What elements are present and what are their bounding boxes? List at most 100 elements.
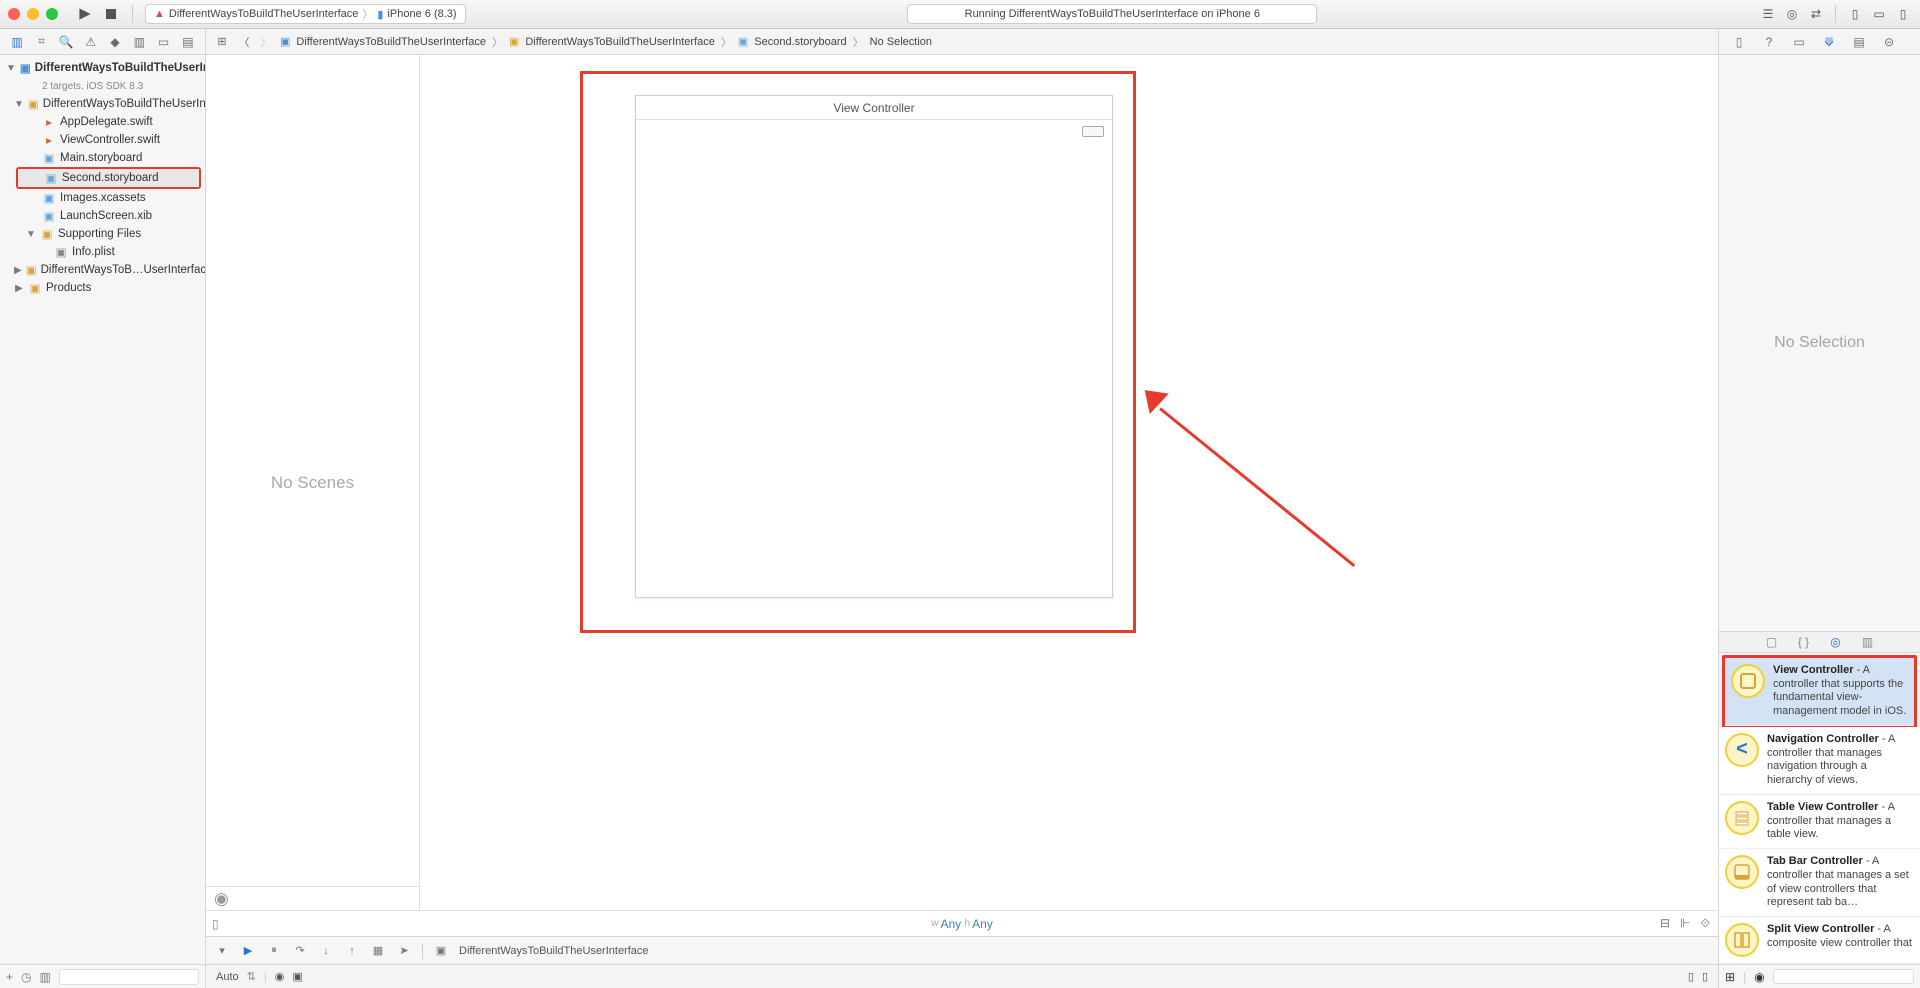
debug-navigator-icon[interactable]: ▥ [132,34,146,50]
media-library-icon[interactable]: ▥ [1861,635,1875,649]
size-inspector-icon[interactable]: ▤ [1851,34,1867,50]
utilities-panel: No Selection ▢ { } ◎ ▥ View Controller -… [1718,55,1920,988]
toolbar: ▲ DifferentWaysToBuildTheUserInterface 〉… [0,0,1920,29]
filter-icon[interactable]: ◉ [1754,970,1764,984]
close-window[interactable] [8,8,20,20]
toggle-utilities-icon[interactable]: ▯ [1894,5,1912,23]
updown-icon[interactable]: ⇅ [247,970,256,983]
toggle-outline-icon[interactable]: ▯ [212,917,219,931]
standard-editor-icon[interactable]: ☰ [1759,5,1777,23]
file-images-xcassets[interactable]: ▣Images.xcassets [0,189,205,207]
stop-button[interactable] [102,5,120,23]
quick-help-icon[interactable]: ? [1761,34,1777,50]
view-controller-scene[interactable]: View Controller [635,95,1113,598]
connections-inspector-icon[interactable]: ⊝ [1881,34,1897,50]
assistant-editor-icon[interactable]: ◎ [1783,5,1801,23]
project-navigator: ▼▣ DifferentWaysToBuildTheUserInterface … [0,55,206,988]
view-debug-icon[interactable]: ▦ [370,943,386,959]
breakpoint-navigator-icon[interactable]: ▭ [156,34,170,50]
attributes-inspector-icon[interactable]: ⟱ [1821,34,1837,50]
crumb-3[interactable]: No Selection [870,36,932,48]
ib-canvas[interactable]: View Controller [420,55,1718,910]
quicklook-icon[interactable]: ▣ [292,970,302,983]
step-out-icon[interactable]: ↑ [344,943,360,959]
device-icon: ▮ [377,8,383,21]
chevron-right-icon: 〉 [721,34,732,50]
library-item-view-controller[interactable]: View Controller - A controller that supp… [1725,658,1914,726]
scheme-selector[interactable]: ▲ DifferentWaysToBuildTheUserInterface 〉… [145,4,466,24]
test-navigator-icon[interactable]: ◆ [108,34,122,50]
run-button[interactable] [76,5,94,23]
project-node[interactable]: ▼▣ DifferentWaysToBuildTheUserInterface [0,59,205,77]
file-main-storyboard[interactable]: ▣Main.storyboard [0,149,205,167]
jump-bar[interactable]: ⊞ 〈 〉 ▣ DifferentWaysToBuildTheUserInter… [206,29,1718,54]
file-viewcontroller[interactable]: ▸ViewController.swift [0,131,205,149]
chevron-right-icon: 〉 [853,34,864,50]
file-launchscreen-xib[interactable]: ▣LaunchScreen.xib [0,207,205,225]
file-template-library-icon[interactable]: ▢ [1765,635,1779,649]
code-snippet-library-icon[interactable]: { } [1797,635,1811,649]
crumb-0[interactable]: DifferentWaysToBuildTheUserInterface [296,36,486,48]
window-controls [8,8,58,20]
library-item-table-view-controller[interactable]: Table View Controller - A controller tha… [1719,795,1920,849]
filter-icon[interactable]: ◉ [214,889,229,909]
split-icon [1725,923,1759,957]
file-inspector-icon[interactable]: ▯ [1731,34,1747,50]
align-icon[interactable]: ⊟ [1660,916,1670,931]
location-icon[interactable]: ➤ [396,943,412,959]
minimize-window[interactable] [27,8,39,20]
object-library-icon[interactable]: ◎ [1829,635,1843,649]
library-tabs: ▢ { } ◎ ▥ [1719,631,1920,653]
file-second-storyboard[interactable]: ▣Second.storyboard [18,169,199,187]
continue-icon[interactable]: ⏸ [266,943,282,959]
eye-icon[interactable]: ◉ [275,970,285,983]
library-item-split-view-controller[interactable]: Split View Controller - A composite view… [1719,917,1920,964]
hide-debug-icon[interactable]: ▾ [214,943,230,959]
issue-navigator-icon[interactable]: ⚠ [84,34,98,50]
navigator-bar: ▥ ⌗ 🔍 ⚠ ◆ ▥ ▭ ▤ ⊞ 〈 〉 ▣ DifferentWaysToB… [0,29,1920,55]
step-over-icon[interactable]: ↷ [292,943,308,959]
group-tests[interactable]: ▶▣DifferentWaysToB…UserInterfaceTests [0,261,205,279]
forward-icon[interactable]: 〉 [258,34,274,50]
step-into-icon[interactable]: ↓ [318,943,334,959]
pin-icon[interactable]: ⊩ [1680,916,1690,931]
symbol-navigator-icon[interactable]: ⌗ [34,34,48,50]
zoom-window[interactable] [46,8,58,20]
size-class-bar[interactable]: ▯ w Any h Any ⊟ ⊩ ⟐ [206,910,1718,936]
group-products[interactable]: ▶▣Products [0,279,205,297]
library-item-tab-bar-controller[interactable]: Tab Bar Controller - A controller that m… [1719,849,1920,917]
identity-inspector-icon[interactable]: ▭ [1791,34,1807,50]
filter-input[interactable] [59,969,199,985]
version-editor-icon[interactable]: ⇄ [1807,5,1825,23]
file-infoplist[interactable]: ▣Info.plist [0,243,205,261]
recent-icon[interactable]: ◷ [21,970,31,984]
canvas-button[interactable] [1082,126,1104,137]
breakpoints-icon[interactable]: ▶ [240,943,256,959]
process-icon: ▣ [433,943,449,959]
project-navigator-icon[interactable]: ▥ [10,34,24,50]
report-navigator-icon[interactable]: ▤ [181,34,195,50]
crumb-1[interactable]: DifferentWaysToBuildTheUserInterface [525,36,715,48]
group-node[interactable]: ▼▣ DifferentWaysToBuildTheUserInterface [0,95,205,113]
variables-view-icon[interactable]: ▯ [1688,970,1694,983]
scm-icon[interactable]: ▥ [40,970,51,984]
library-filter-input[interactable] [1773,969,1914,984]
inspector-area: No Selection [1719,55,1920,631]
find-navigator-icon[interactable]: 🔍 [59,34,74,50]
auto-label[interactable]: Auto [216,971,239,983]
resolve-icon[interactable]: ⟐ [1701,916,1710,931]
h-label: h [965,918,971,929]
grid-view-icon[interactable]: ⊞ [1725,970,1735,984]
related-items-icon[interactable]: ⊞ [214,34,230,50]
toggle-debug-icon[interactable]: ▭ [1870,5,1888,23]
console-view-icon[interactable]: ▯ [1702,970,1708,983]
library-item-navigation-controller[interactable]: < Navigation Controller - A controller t… [1719,727,1920,795]
h-value: Any [972,917,993,931]
back-icon[interactable]: 〈 [236,34,252,50]
toggle-navigator-icon[interactable]: ▯ [1846,5,1864,23]
file-appdelegate[interactable]: ▸AppDelegate.swift [0,113,205,131]
add-icon[interactable]: + [6,970,13,984]
activity-view: Running DifferentWaysToBuildTheUserInter… [474,4,1751,24]
crumb-2[interactable]: Second.storyboard [754,36,846,48]
group-supporting[interactable]: ▼▣Supporting Files [0,225,205,243]
